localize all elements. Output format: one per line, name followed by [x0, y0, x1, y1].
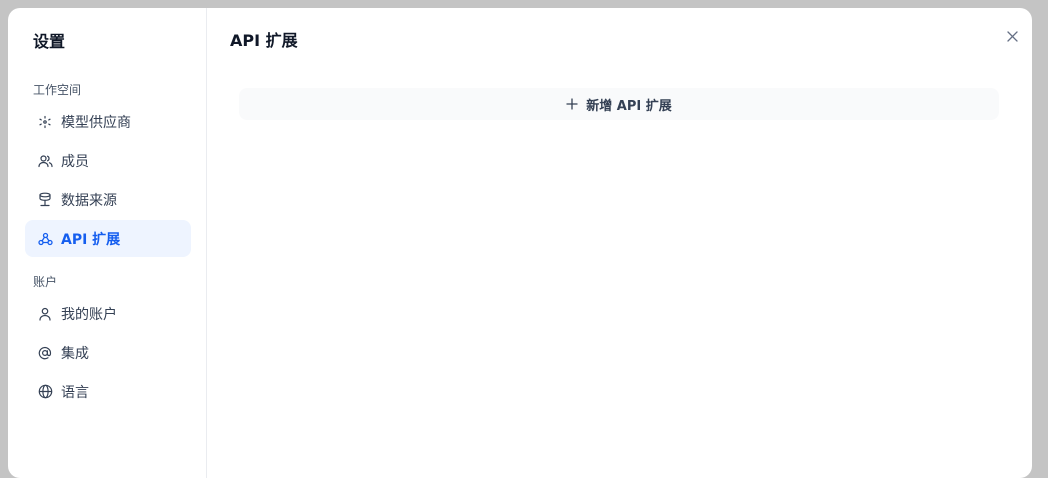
globe-icon	[37, 384, 53, 400]
settings-modal: 设置 工作空间 模型供应商 成员 数据来源 API 扩展 账户 我的账户 集成 …	[8, 8, 1032, 478]
sidebar-item-language[interactable]: 语言	[25, 373, 191, 410]
user-icon	[37, 306, 53, 322]
add-api-extension-button[interactable]: 新增 API 扩展	[239, 88, 999, 120]
sidebar-item-data-source[interactable]: 数据来源	[25, 181, 191, 218]
sidebar-item-label: 我的账户	[61, 306, 117, 323]
settings-sidebar: 设置 工作空间 模型供应商 成员 数据来源 API 扩展 账户 我的账户 集成 …	[8, 8, 207, 478]
close-icon	[1006, 30, 1018, 42]
sidebar-title: 设置	[33, 32, 66, 51]
sidebar-item-label: 数据来源	[61, 192, 117, 209]
sidebar-item-label: API 扩展	[61, 231, 121, 248]
cube-outline-icon	[37, 114, 53, 130]
sidebar-item-model-provider[interactable]: 模型供应商	[25, 103, 191, 140]
sidebar-item-label: 集成	[61, 345, 89, 362]
settings-content: API 扩展 新增 API 扩展	[207, 8, 1032, 478]
sidebar-item-my-account[interactable]: 我的账户	[25, 295, 191, 332]
users-icon	[37, 153, 53, 169]
plus-icon	[566, 98, 578, 110]
at-sign-icon	[37, 345, 53, 361]
sidebar-item-label: 模型供应商	[61, 114, 131, 131]
database-icon	[37, 192, 53, 208]
sidebar-item-members[interactable]: 成员	[25, 142, 191, 179]
page-title: API 扩展	[230, 31, 298, 50]
group-label-workspace: 工作空间	[33, 83, 82, 97]
sidebar-item-api-extension[interactable]: API 扩展	[25, 220, 191, 257]
group-label-account: 账户	[33, 275, 58, 289]
sidebar-item-integrations[interactable]: 集成	[25, 334, 191, 371]
sidebar-item-label: 成员	[61, 153, 89, 170]
add-button-label: 新增 API 扩展	[586, 98, 672, 114]
sidebar-item-label: 语言	[61, 384, 89, 401]
webhook-icon	[37, 231, 53, 247]
close-button[interactable]	[1004, 28, 1020, 44]
